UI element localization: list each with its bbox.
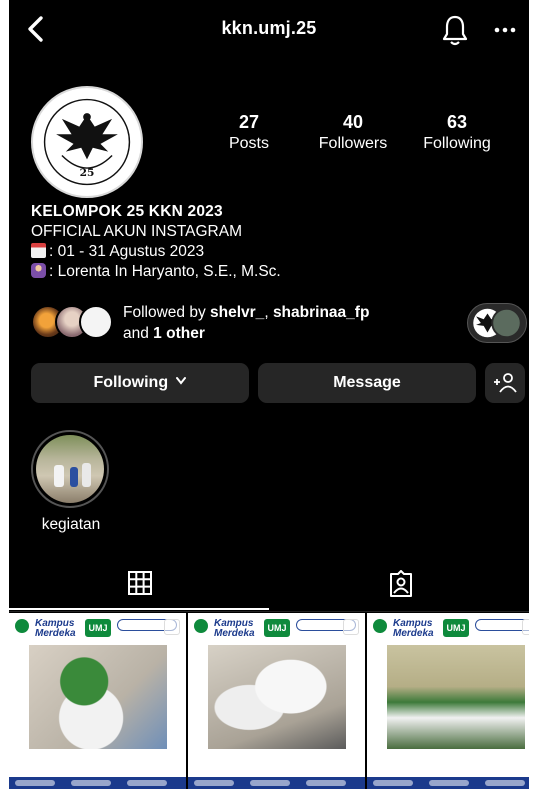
post-photo [387, 645, 525, 749]
highlight-kegiatan[interactable]: kegiatan [31, 430, 111, 534]
multi-photo-icon [164, 619, 180, 635]
multi-photo-icon [343, 619, 359, 635]
separator: , [264, 304, 273, 321]
highlight-cover [31, 430, 109, 508]
banner-band [475, 619, 529, 631]
followed-by-and: and [123, 325, 154, 342]
tab-tagged[interactable] [269, 560, 529, 610]
grid-icon [128, 571, 152, 595]
umj-logo: UMJ [264, 619, 290, 637]
calendar-icon [31, 243, 46, 258]
following-button[interactable]: Following [31, 363, 249, 403]
bell-icon[interactable] [441, 14, 469, 46]
kampus-merdeka-logo: Kampus Merdeka [393, 618, 434, 639]
follower-avatar [79, 305, 113, 339]
highlight-label: kegiatan [41, 516, 101, 533]
multi-photo-icon [522, 619, 529, 635]
stat-followers[interactable]: 40 Followers [303, 112, 403, 153]
followed-by-prefix: Followed by [123, 304, 211, 321]
profile-avatar[interactable]: 25 [31, 86, 143, 198]
bio-supervisor: : Lorenta In Haryanto, S.E., M.Sc. [49, 263, 281, 280]
mutual-pill[interactable] [467, 303, 527, 343]
profile-name: KELOMPOK 25 KKN 2023 [31, 203, 223, 220]
teacher-icon [31, 263, 46, 278]
post-banner: Kampus Merdeka UMJ [192, 617, 361, 643]
top-bar: kkn.umj.25 [9, 0, 529, 60]
message-button-label: Message [333, 374, 401, 391]
content-tabs [9, 560, 529, 612]
post-photo [29, 645, 167, 749]
kampus-merdeka-logo: Kampus Merdeka [35, 618, 76, 639]
umj-logo-icon [15, 619, 29, 633]
post-banner: Kampus Merdeka UMJ [371, 617, 529, 643]
posts-grid: Kampus Merdeka UMJ Kampus Merdeka UMJ Kamp… [9, 613, 529, 789]
bio-date: : 01 - 31 Agustus 2023 [49, 243, 205, 260]
bio-line: OFFICIAL AKUN INSTAGRAM [31, 223, 242, 240]
followed-by-others[interactable]: 1 other [153, 325, 205, 342]
svg-text:25: 25 [80, 167, 95, 179]
stat-posts[interactable]: 27 Posts [199, 112, 299, 153]
posts-label: Posts [228, 135, 269, 152]
followers-label: Followers [318, 135, 388, 152]
suggest-people-button[interactable] [485, 363, 525, 403]
add-person-icon [494, 373, 517, 393]
follower-name[interactable]: shabrinaa_fp [273, 304, 369, 321]
following-count: 63 [446, 112, 468, 132]
followers-count: 40 [342, 112, 364, 132]
following-button-label: Following [93, 374, 169, 391]
profile-screen: kkn.umj.25 25 27 Posts 40 Followers 63 F… [9, 0, 529, 789]
umj-logo-icon [194, 619, 208, 633]
post-thumbnail[interactable]: Kampus Merdeka UMJ [367, 613, 529, 789]
posts-count: 27 [238, 112, 260, 132]
post-footer [9, 777, 186, 789]
bio-line: : Lorenta In Haryanto, S.E., M.Sc. [31, 262, 511, 282]
message-button[interactable]: Message [258, 363, 476, 403]
profile-bio: KELOMPOK 25 KKN 2023 OFFICIAL AKUN INSTA… [31, 202, 511, 282]
post-photo [208, 645, 346, 749]
kampus-merdeka-logo: Kampus Merdeka [214, 618, 255, 639]
followed-by-row[interactable]: Followed by shelvr_, shabrinaa_fp and 1 … [31, 300, 527, 346]
bio-line: : 01 - 31 Agustus 2023 [31, 242, 511, 262]
stat-following[interactable]: 63 Following [407, 112, 507, 153]
post-footer [367, 777, 529, 789]
followed-by-text: Followed by shelvr_, shabrinaa_fp and 1 … [123, 302, 369, 344]
follower-name[interactable]: shelvr_ [210, 304, 264, 321]
post-thumbnail[interactable]: Kampus Merdeka UMJ [188, 613, 365, 789]
chevron-down-icon [175, 377, 186, 385]
tab-posts-grid[interactable] [9, 560, 269, 610]
tagged-icon [390, 570, 412, 597]
post-banner: Kampus Merdeka UMJ [13, 617, 182, 643]
post-thumbnail[interactable]: Kampus Merdeka UMJ [9, 613, 186, 789]
following-label: Following [423, 135, 491, 152]
umj-logo: UMJ [443, 619, 469, 637]
more-icon[interactable] [492, 17, 518, 43]
umj-logo: UMJ [85, 619, 111, 637]
post-footer [188, 777, 365, 789]
umj-logo-icon [373, 619, 387, 633]
